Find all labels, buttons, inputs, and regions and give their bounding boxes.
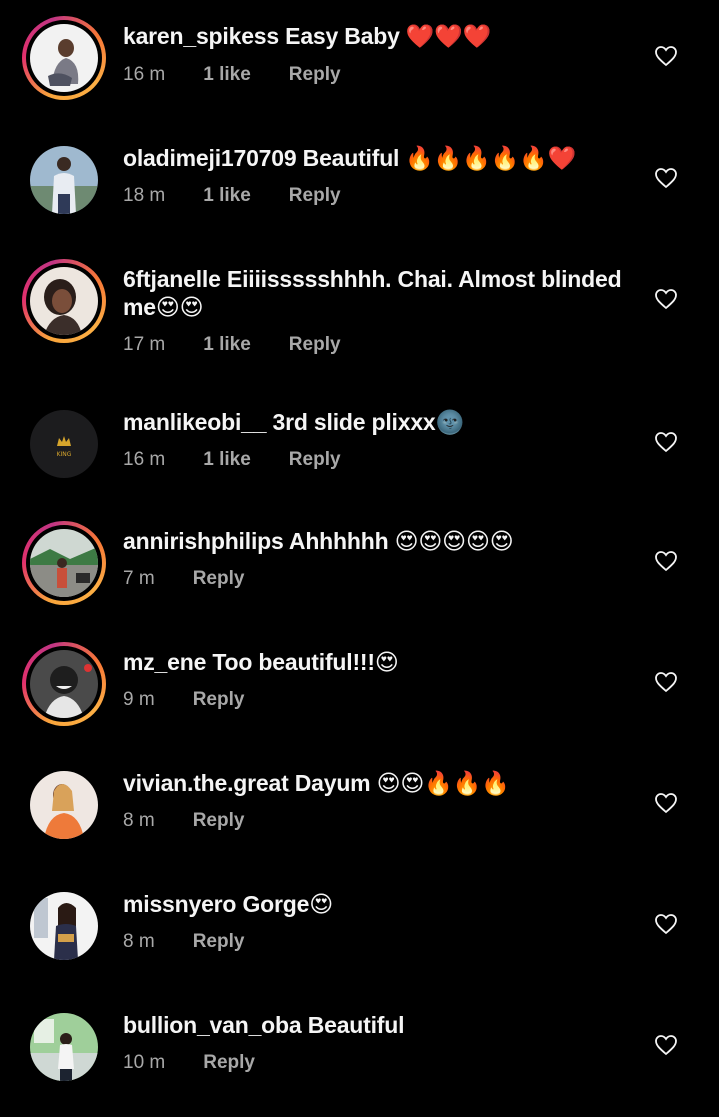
like-count[interactable]: 1 like — [203, 64, 251, 86]
reply-button[interactable]: Reply — [193, 689, 245, 711]
comment-time: 8 m — [123, 931, 155, 952]
story-ring-avatar[interactable] — [22, 16, 106, 100]
avatar — [30, 771, 98, 839]
comment-time: 18 m — [123, 185, 166, 206]
like-heart-icon[interactable] — [654, 431, 678, 453]
reply-button[interactable]: Reply — [289, 449, 341, 471]
comment-time: 7 m — [123, 568, 155, 589]
avatar-frame[interactable]: KING — [22, 402, 106, 486]
svg-text:KING: KING — [57, 451, 72, 458]
story-ring-avatar[interactable] — [22, 642, 106, 726]
like-heart-icon[interactable] — [654, 45, 678, 67]
story-ring-avatar[interactable] — [22, 521, 106, 605]
comment-text: 3rd slide plixxx🌚 — [272, 409, 465, 435]
comment-text: Dayum 😍😍🔥🔥🔥 — [294, 770, 510, 796]
like-heart-icon[interactable] — [654, 792, 678, 814]
reply-button[interactable]: Reply — [289, 64, 341, 86]
avatar-frame[interactable] — [22, 138, 106, 222]
comment-time: 9 m — [123, 689, 155, 710]
comment-username[interactable]: annirishphilips — [123, 528, 284, 554]
reply-button[interactable]: Reply — [289, 334, 341, 356]
avatar: KING — [30, 410, 98, 478]
like-heart-icon[interactable] — [654, 1034, 678, 1056]
comment-text: Easy Baby ❤️❤️❤️ — [285, 23, 492, 49]
comment-time: 17 m — [123, 334, 166, 355]
avatar — [30, 529, 98, 597]
comment-username[interactable]: mz_ene — [123, 649, 206, 675]
comment-text: Beautiful — [307, 1012, 405, 1038]
like-heart-icon[interactable] — [654, 550, 678, 572]
comment-time: 8 m — [123, 810, 155, 831]
comment-username[interactable]: vivian.the.great — [123, 770, 289, 796]
avatar — [30, 650, 98, 718]
comment-username[interactable]: missnyero — [123, 891, 236, 917]
avatar — [30, 24, 98, 92]
like-count[interactable]: 1 like — [203, 334, 251, 356]
avatar — [30, 267, 98, 335]
avatar-frame[interactable] — [22, 763, 106, 847]
avatar-frame[interactable] — [22, 1005, 106, 1089]
story-ring-avatar[interactable] — [22, 259, 106, 343]
avatar — [30, 892, 98, 960]
comment-text: Gorge😍 — [242, 891, 333, 917]
comment-username[interactable]: karen_spikess — [123, 23, 279, 49]
reply-button[interactable]: Reply — [193, 568, 245, 590]
like-count[interactable]: 1 like — [203, 185, 251, 207]
like-heart-icon[interactable] — [654, 671, 678, 693]
reply-button[interactable]: Reply — [203, 1052, 255, 1074]
like-heart-icon[interactable] — [654, 913, 678, 935]
reply-button[interactable]: Reply — [193, 931, 245, 953]
reply-button[interactable]: Reply — [193, 810, 245, 832]
comment-text: Ahhhhhh 😍😍😍😍😍 — [288, 528, 514, 554]
comment-time: 16 m — [123, 64, 166, 85]
comments-list: karen_spikess Easy Baby ❤️❤️❤️ 16 m 1 li… — [0, 0, 719, 1117]
like-count[interactable]: 1 like — [203, 449, 251, 471]
comment-username[interactable]: manlikeobi__ — [123, 409, 267, 435]
comment-username[interactable]: 6ftjanelle — [123, 266, 221, 292]
reply-button[interactable]: Reply — [289, 185, 341, 207]
comment-text: Beautiful 🔥🔥🔥🔥🔥❤️ — [302, 145, 577, 171]
comment-time: 16 m — [123, 449, 166, 470]
like-heart-icon[interactable] — [654, 167, 678, 189]
avatar — [30, 146, 98, 214]
comment-username[interactable]: bullion_van_oba — [123, 1012, 302, 1038]
avatar — [30, 1013, 98, 1081]
like-heart-icon[interactable] — [654, 288, 678, 310]
comment-text: Too beautiful!!!😍 — [212, 649, 399, 675]
comment-time: 10 m — [123, 1052, 166, 1073]
avatar-frame[interactable] — [22, 884, 106, 968]
comment-username[interactable]: oladimeji170709 — [123, 145, 297, 171]
